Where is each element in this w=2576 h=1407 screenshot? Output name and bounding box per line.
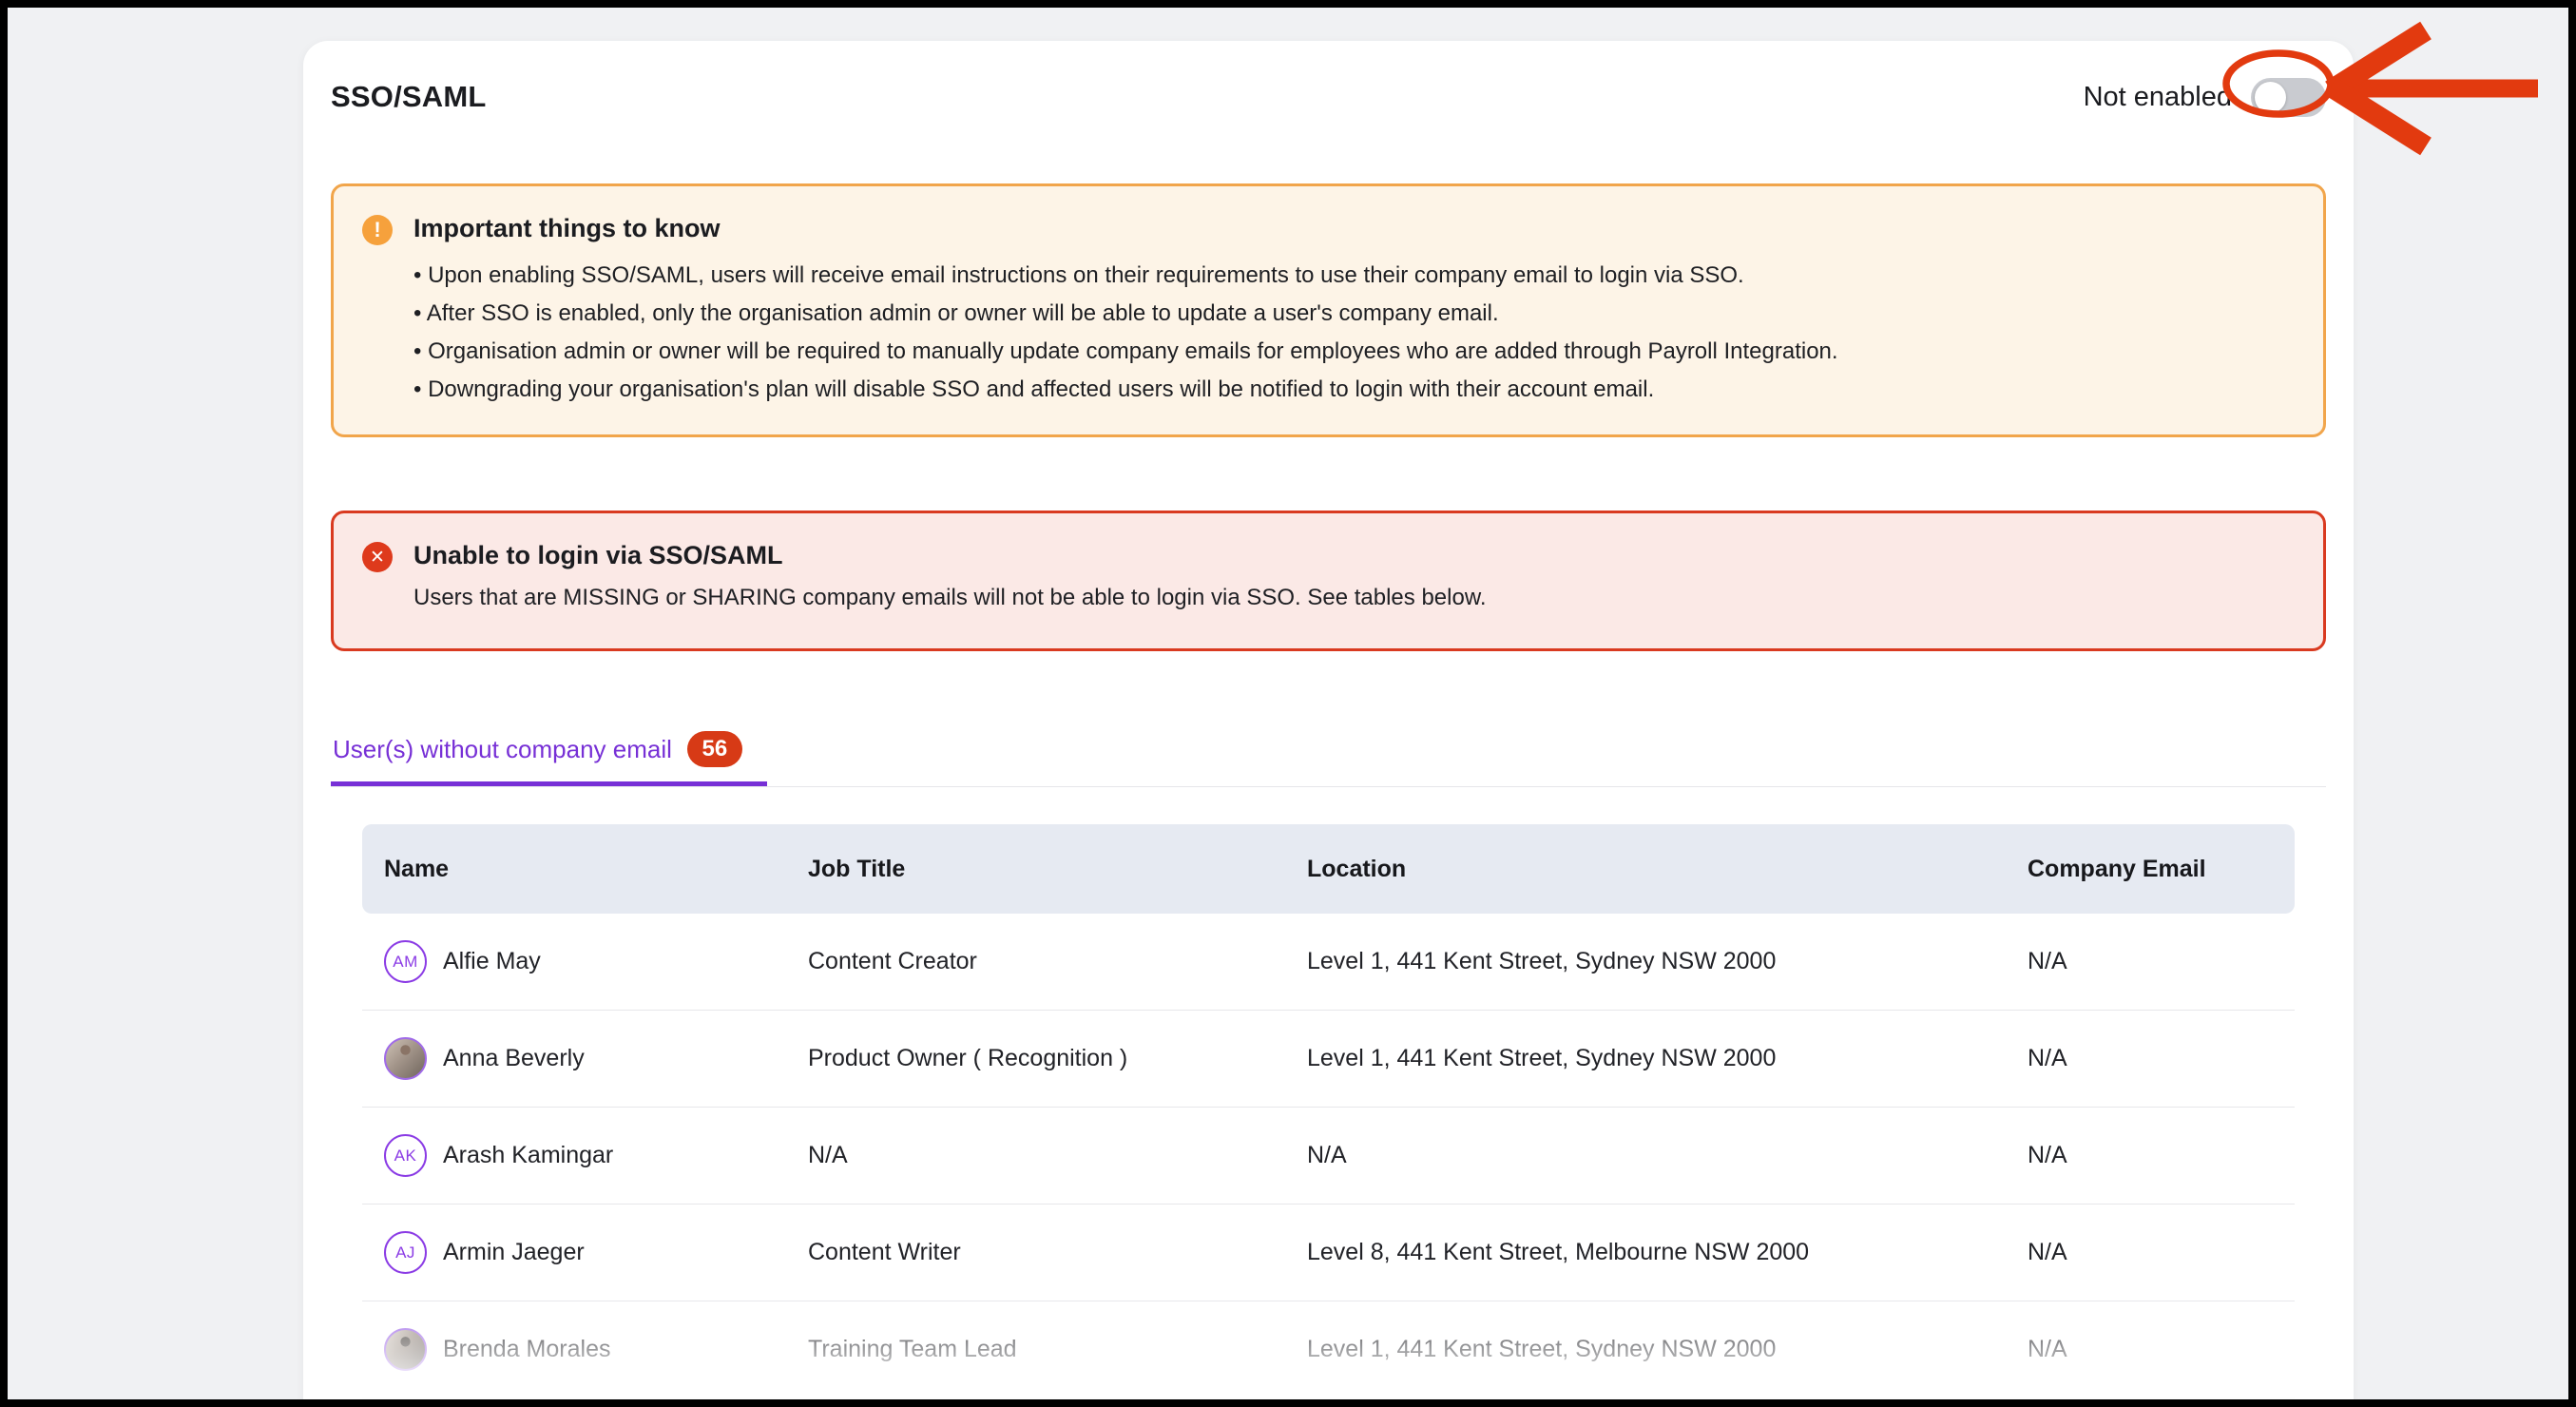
tab-users-without-company-email[interactable]: User(s) without company email 56 [331, 699, 767, 786]
table-row: Brenda Morales Training Team LeadLevel 1,… [362, 1301, 2295, 1398]
info-bullet: Upon enabling SSO/SAML, users will recei… [413, 257, 1838, 295]
table-row: AM Alfie May Content CreatorLevel 1, 441 K… [362, 914, 2295, 1011]
error-x-icon: ✕ [362, 542, 393, 572]
job-title-cell: Content Writer [786, 1239, 1285, 1266]
column-header: Job Title [786, 856, 1285, 883]
toggle-status-label: Not enabled [2084, 82, 2232, 113]
user-name: Brenda Morales [443, 1336, 610, 1363]
location-cell: N/A [1285, 1142, 2006, 1169]
error-banner-body: Users that are MISSING or SHARING compan… [413, 584, 1487, 612]
user-name: Armin Jaeger [443, 1239, 585, 1266]
table-row: AKArash KamingarN/AN/AN/A [362, 1108, 2295, 1205]
sso-enable-toggle[interactable] [2251, 78, 2326, 117]
sso-settings-card: SSO/SAML Not enabled ! Important things … [303, 41, 2354, 1407]
job-title-cell: N/A [786, 1142, 1285, 1169]
info-bullet: Organisation admin or owner will be requ… [413, 333, 1838, 371]
column-header: Company Email [2006, 856, 2295, 883]
info-banner: ! Important things to know Upon enabling… [331, 183, 2326, 437]
company-email-cell: N/A [2006, 1045, 2295, 1072]
company-email-cell: N/A [2006, 1142, 2295, 1169]
name-cell: Brenda Morales [362, 1328, 786, 1371]
error-banner: ✕ Unable to login via SSO/SAML Users tha… [331, 511, 2326, 651]
column-header: Name [362, 856, 786, 883]
avatar-initials: AM [384, 940, 427, 983]
name-cell: AK Arash Kamingar [362, 1134, 786, 1177]
table-row: AJ Armin Jaeger Content WriterLevel 8, 441… [362, 1205, 2295, 1301]
job-title-cell: Content Creator [786, 948, 1285, 975]
card-header: SSO/SAML Not enabled [331, 41, 2326, 117]
name-cell: Anna Beverly [362, 1037, 786, 1080]
user-name: Alfie May [443, 948, 541, 975]
info-bullet-list: Upon enabling SSO/SAML, users will recei… [413, 257, 1838, 409]
table-header-row: NameJob TitleLocationCompany Email [362, 824, 2295, 914]
warning-icon: ! [362, 215, 393, 245]
avatar-photo [384, 1328, 427, 1371]
job-title-cell: Training Team Lead [786, 1336, 1285, 1363]
error-banner-content: Unable to login via SSO/SAML Users that … [413, 539, 1487, 612]
page-title: SSO/SAML [331, 80, 487, 114]
user-count-badge: 56 [687, 731, 742, 767]
table-row: Anna Beverly Product Owner ( Recognition … [362, 1011, 2295, 1108]
user-name: Anna Beverly [443, 1045, 585, 1072]
info-banner-content: Important things to know Upon enabling S… [413, 212, 1838, 409]
users-table: NameJob TitleLocationCompany Email AM Alf… [362, 824, 2295, 1398]
name-cell: AJ Armin Jaeger [362, 1231, 786, 1274]
user-name: Arash Kamingar [443, 1142, 613, 1169]
company-email-cell: N/A [2006, 1239, 2295, 1266]
info-banner-title: Important things to know [413, 212, 1838, 244]
company-email-cell: N/A [2006, 1336, 2295, 1363]
name-cell: AM Alfie May [362, 940, 786, 983]
sso-toggle-group: Not enabled [2084, 78, 2326, 117]
location-cell: Level 8, 441 Kent Street, Melbourne NSW … [1285, 1239, 2006, 1266]
screenshot-frame: SSO/SAML Not enabled ! Important things … [0, 0, 2576, 1407]
avatar-initials: AK [384, 1134, 427, 1177]
table-body: AMAlfie MayContent CreatorLevel 1, 441 K… [362, 914, 2295, 1398]
column-header: Location [1285, 856, 2006, 883]
toggle-knob [2255, 82, 2286, 113]
avatar-photo [384, 1037, 427, 1080]
info-bullet: After SSO is enabled, only the organisat… [413, 295, 1838, 333]
location-cell: Level 1, 441 Kent Street, Sydney NSW 200… [1285, 948, 2006, 975]
tab-bar: User(s) without company email 56 [331, 699, 2326, 787]
job-title-cell: Product Owner ( Recognition ) [786, 1045, 1285, 1072]
location-cell: Level 1, 441 Kent Street, Sydney NSW 200… [1285, 1045, 2006, 1072]
info-bullet: Downgrading your organisation's plan wil… [413, 371, 1838, 409]
company-email-cell: N/A [2006, 948, 2295, 975]
location-cell: Level 1, 441 Kent Street, Sydney NSW 200… [1285, 1336, 2006, 1363]
avatar-initials: AJ [384, 1231, 427, 1274]
error-banner-title: Unable to login via SSO/SAML [413, 539, 1487, 571]
tab-label: User(s) without company email [333, 735, 672, 764]
